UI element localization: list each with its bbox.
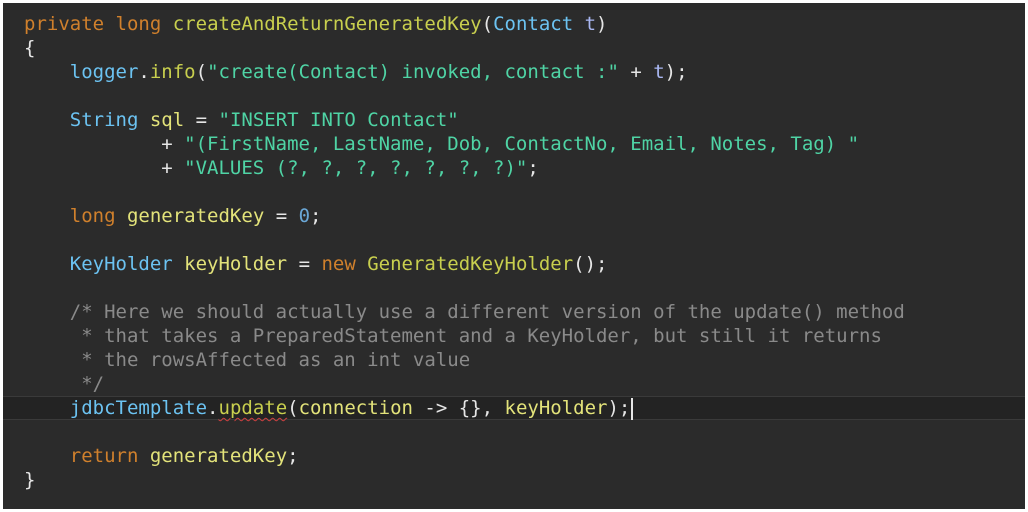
code-token: * the rowsAffected as an int value [81, 349, 471, 371]
code-line[interactable]: * the rowsAffected as an int value [3, 348, 1025, 372]
code-token: */ [81, 373, 105, 395]
warning-token: update [218, 397, 288, 419]
code-token: GeneratedKeyHolder [367, 253, 574, 275]
code-token: String [69, 109, 139, 131]
code-token: ( [481, 13, 494, 35]
code-line[interactable]: KeyHolder keyHolder = new GeneratedKeyHo… [3, 252, 1025, 276]
code-line[interactable]: */ [3, 372, 1025, 396]
code-token: "VALUES (?, ?, ?, ?, ?, ?, ?)" [184, 157, 528, 179]
code-token: t [653, 61, 665, 83]
code-token: . [207, 397, 219, 419]
code-line[interactable]: * that takes a PreparedStatement and a K… [3, 324, 1025, 348]
code-token: return [69, 445, 139, 467]
code-token: "create(Contact) invoked, contact :" [207, 61, 619, 83]
code-line[interactable] [3, 228, 1025, 252]
code-line[interactable]: return generatedKey; [3, 444, 1025, 468]
code-token: ; [310, 205, 322, 227]
code-line[interactable]: + "VALUES (?, ?, ?, ?, ?, ?, ?)"; [3, 156, 1025, 180]
code-token: "INSERT INTO Contact" [218, 109, 459, 131]
code-token: { [24, 37, 36, 59]
code-token: * that takes a PreparedStatement and a K… [81, 325, 882, 347]
code-token: keyHolder [184, 253, 288, 275]
code-line[interactable]: /* Here we should actually use a differe… [3, 300, 1025, 324]
code-line[interactable]: { [3, 36, 1025, 60]
code-token: keyHolder [504, 397, 608, 419]
code-token: ( [287, 397, 299, 419]
code-line[interactable] [3, 276, 1025, 300]
code-token: long [115, 13, 162, 35]
code-line[interactable]: long generatedKey = 0; [3, 204, 1025, 228]
code-token: = [264, 205, 299, 227]
code-token: } [24, 469, 36, 491]
code-token: private [24, 13, 105, 35]
code-token: generatedKey [149, 445, 288, 467]
code-line[interactable]: logger.info("create(Contact) invoked, co… [3, 60, 1025, 84]
code-line[interactable] [3, 180, 1025, 204]
code-token: ) [596, 13, 608, 35]
code-token: info [149, 61, 196, 83]
code-token: Contact [493, 13, 574, 35]
code-line[interactable] [3, 84, 1025, 108]
code-line[interactable]: } [3, 468, 1025, 492]
code-token: createAndReturnGeneratedKey [172, 13, 482, 35]
code-token: = [287, 253, 322, 275]
code-line[interactable]: + "(FirstName, LastName, Dob, ContactNo,… [3, 132, 1025, 156]
code-token: generatedKey [126, 205, 265, 227]
code-line[interactable]: String sql = "INSERT INTO Contact" [3, 108, 1025, 132]
code-token: "(FirstName, LastName, Dob, ContactNo, E… [184, 133, 860, 155]
code-token: (); [573, 253, 608, 275]
text-cursor [631, 397, 634, 420]
code-token: long [69, 205, 116, 227]
code-line[interactable]: private long createAndReturnGeneratedKey… [3, 12, 1025, 36]
current-code-line[interactable]: jdbcTemplate.update(connection -> {}, ke… [3, 396, 1025, 420]
code-token: KeyHolder [69, 253, 173, 275]
code-editor[interactable]: */private long createAndReturnGeneratedK… [3, 3, 1025, 492]
code-token: = [184, 109, 219, 131]
code-token: sql [149, 109, 185, 131]
code-token: ); [664, 61, 688, 83]
code-token: ( [195, 61, 208, 83]
code-token: jdbcTemplate [69, 397, 208, 419]
code-token: ); [607, 397, 631, 419]
code-token: connection [298, 397, 413, 419]
code-token: . [138, 61, 150, 83]
code-token: new [321, 253, 356, 275]
code-token: + [24, 157, 185, 179]
code-token: t [584, 13, 597, 35]
code-token: + [24, 133, 185, 155]
code-editor-window: */private long createAndReturnGeneratedK… [3, 3, 1025, 509]
code-token: ; [527, 157, 539, 179]
code-token: logger [69, 61, 139, 83]
code-token: -> {}, [412, 397, 505, 419]
code-token: 0 [298, 205, 311, 227]
code-line[interactable] [3, 420, 1025, 444]
code-token: /* Here we should actually use a differe… [69, 301, 905, 323]
code-token: ; [287, 445, 299, 467]
code-line[interactable]: */ [3, 3, 1025, 12]
code-token: + [618, 61, 654, 83]
